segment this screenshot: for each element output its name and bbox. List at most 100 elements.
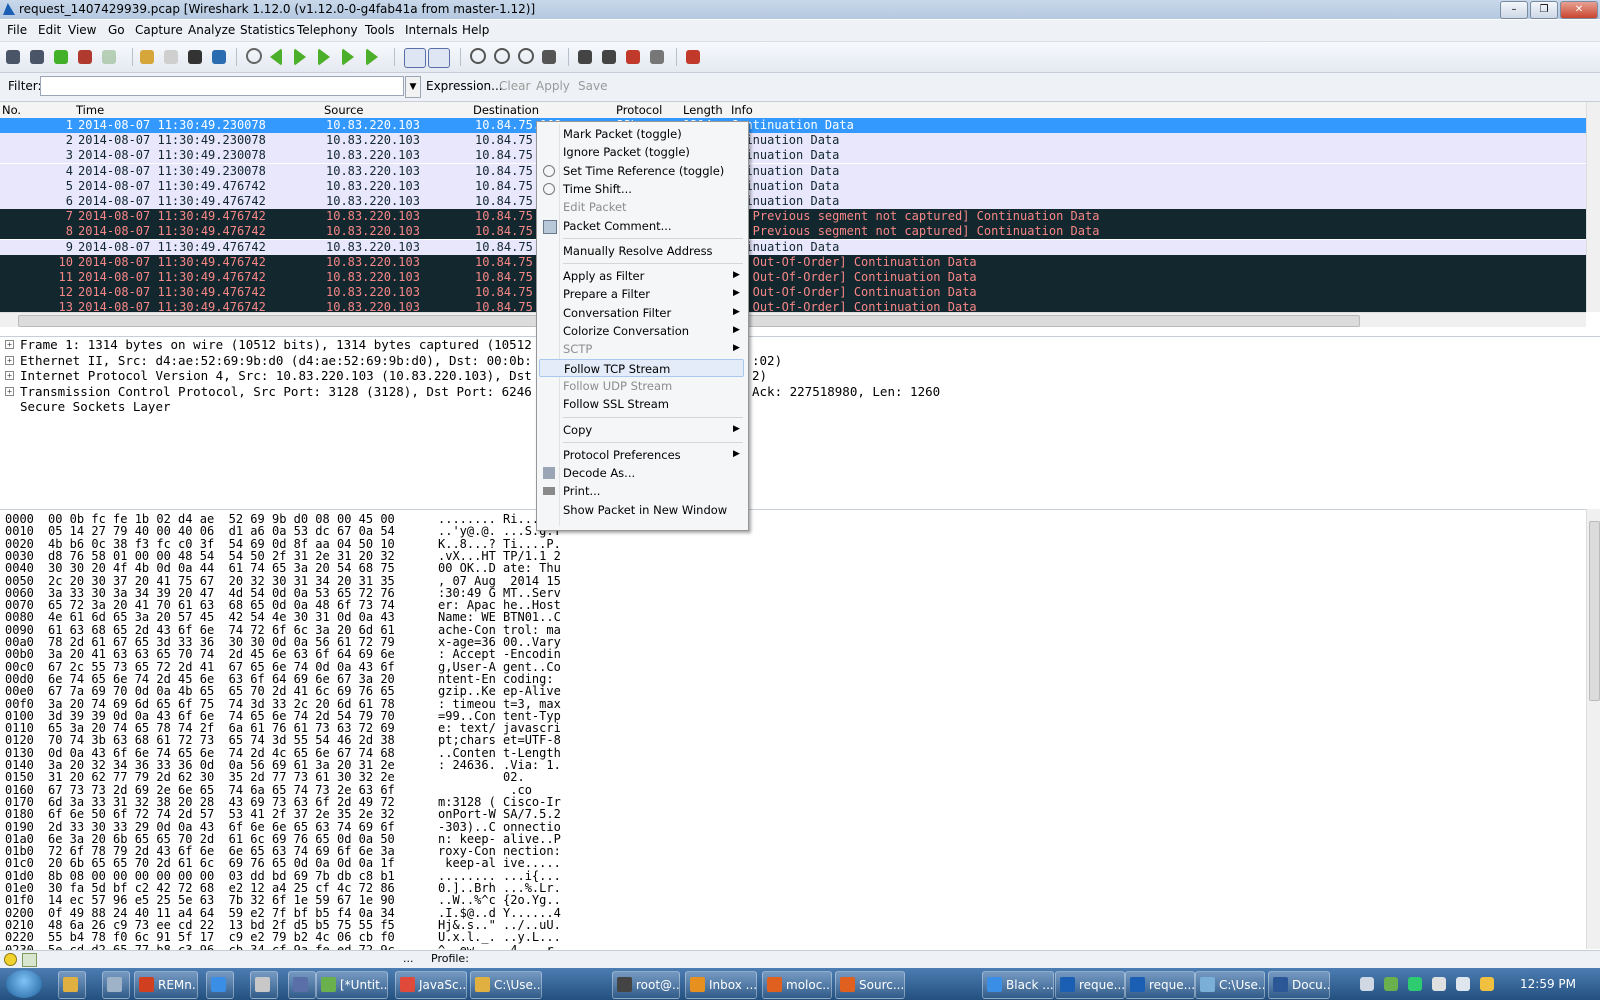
- profile-label[interactable]: Profile:: [431, 952, 469, 965]
- packet-row[interactable]: 4 2014-08-07 11:30:49.230078 10.83.220.103…: [0, 163, 1586, 179]
- save-file-icon[interactable]: [164, 50, 178, 64]
- stop-capture-icon[interactable]: [78, 50, 92, 64]
- packet-list-vertical-scrollbar[interactable]: [1586, 102, 1600, 312]
- menu-item-prepare-a-filter[interactable]: Prepare a Filter: [563, 285, 650, 303]
- filter-input[interactable]: [40, 76, 404, 96]
- restart-capture-icon[interactable]: [102, 50, 116, 64]
- taskbar-sourc[interactable]: Sourc...: [835, 971, 905, 999]
- taskbar-inbox[interactable]: Inbox ...: [685, 971, 757, 999]
- open-file-icon[interactable]: [140, 50, 154, 64]
- menu-item-set-time-reference-toggle[interactable]: Set Time Reference (toggle): [563, 162, 724, 180]
- packet-row[interactable]: 11 2014-08-07 11:30:49.476742 10.83.220.10…: [0, 270, 1586, 285]
- clock[interactable]: 12:59 PM: [1520, 977, 1576, 991]
- taskbar-app-icon[interactable]: [288, 971, 316, 999]
- menu-item-manually-resolve-address[interactable]: Manually Resolve Address: [563, 242, 713, 260]
- help-icon[interactable]: [686, 50, 700, 64]
- menu-item-mark-packet-toggle[interactable]: Mark Packet (toggle): [563, 125, 682, 143]
- menu-go[interactable]: Go: [108, 23, 125, 37]
- expand-icon[interactable]: +: [5, 371, 14, 380]
- autoscroll-icon[interactable]: [404, 48, 426, 68]
- taskbar-untit[interactable]: [*Untit...: [316, 971, 388, 999]
- taskbar-ie-icon[interactable]: [206, 971, 234, 999]
- taskbar-reque[interactable]: reque...: [1125, 971, 1195, 999]
- taskbar-black[interactable]: Black ...: [982, 971, 1054, 999]
- menu-telephony[interactable]: Telephony: [297, 23, 358, 37]
- menu-item-protocol-preferences[interactable]: Protocol Preferences: [563, 446, 681, 464]
- menu-item-print[interactable]: Print...: [563, 482, 600, 500]
- clear-button[interactable]: Clear: [499, 79, 530, 93]
- menu-item-packet-comment[interactable]: Packet Comment...: [563, 217, 672, 235]
- packet-row[interactable]: 10 2014-08-07 11:30:49.476742 10.83.220.10…: [0, 254, 1586, 270]
- packet-row[interactable]: 7 2014-08-07 11:30:49.476742 10.83.220.103…: [0, 209, 1586, 225]
- menu-item-conversation-filter[interactable]: Conversation Filter: [563, 304, 671, 322]
- colorize-icon[interactable]: [428, 48, 450, 68]
- packet-row[interactable]: 6 2014-08-07 11:30:49.476742 10.83.220.103…: [0, 194, 1586, 209]
- column-header-source[interactable]: Source: [324, 103, 364, 117]
- go-back-icon[interactable]: [270, 48, 282, 66]
- menu-item-ignore-packet-toggle[interactable]: Ignore Packet (toggle): [563, 143, 690, 161]
- menu-edit[interactable]: Edit: [38, 23, 61, 37]
- column-header-info[interactable]: Info: [731, 103, 753, 117]
- taskbar-c-use[interactable]: C:\Use...: [470, 971, 542, 999]
- taskbar-settings-icon[interactable]: [102, 971, 130, 999]
- display-filters-icon[interactable]: [602, 50, 616, 64]
- column-header-protocol[interactable]: Protocol: [616, 103, 662, 117]
- packet-row[interactable]: 12 2014-08-07 11:30:49.476742 10.83.220.10…: [0, 285, 1586, 301]
- detail-row[interactable]: + Internet Protocol Version 4, Src: 10.83…: [0, 368, 1600, 383]
- find-packet-icon[interactable]: [246, 48, 262, 64]
- zoom-out-icon[interactable]: [494, 48, 510, 64]
- flag-icon[interactable]: [1480, 977, 1494, 991]
- packet-bytes-pane[interactable]: 0000 00 0b fc fe 1b 02 d4 ae 52 69 9b d0 …: [0, 509, 1586, 950]
- go-last-icon[interactable]: [366, 48, 378, 66]
- menu-item-follow-ssl-stream[interactable]: Follow SSL Stream: [563, 395, 669, 413]
- taskbar-javasc[interactable]: JavaSc...: [395, 971, 467, 999]
- taskbar-docu[interactable]: Docu...: [1268, 971, 1330, 999]
- packet-list[interactable]: 1 2014-08-07 11:30:49.230078 10.83.220.103…: [0, 118, 1586, 316]
- expand-icon[interactable]: +: [5, 340, 14, 349]
- menu-statistics[interactable]: Statistics: [240, 23, 295, 37]
- taskbar-c-use[interactable]: C:\Use...: [1195, 971, 1265, 999]
- packet-row[interactable]: 9 2014-08-07 11:30:49.476742 10.83.220.103…: [0, 239, 1586, 255]
- filter-dropdown-button[interactable]: ▼: [405, 76, 421, 98]
- go-to-packet-icon[interactable]: [318, 48, 330, 66]
- save-button[interactable]: Save: [578, 79, 607, 93]
- scroll-thumb[interactable]: [1589, 521, 1600, 701]
- menu-item-follow-tcp-stream[interactable]: Follow TCP Stream: [539, 358, 744, 377]
- sync-icon[interactable]: [1408, 977, 1422, 991]
- preferences-icon[interactable]: [650, 50, 664, 64]
- taskbar-root[interactable]: root@...: [612, 971, 680, 999]
- shield-icon[interactable]: [1432, 977, 1446, 991]
- minimize-button[interactable]: –: [1500, 1, 1528, 19]
- packet-row[interactable]: 2 2014-08-07 11:30:49.230078 10.83.220.103…: [0, 133, 1586, 149]
- column-header-length[interactable]: Length: [683, 103, 723, 117]
- close-file-icon[interactable]: [188, 50, 202, 64]
- taskbar-remn[interactable]: REMn...: [134, 971, 198, 999]
- capture-options-icon[interactable]: [30, 50, 44, 64]
- menu-item-time-shift[interactable]: Time Shift...: [563, 180, 632, 198]
- volume-icon[interactable]: [1456, 977, 1470, 991]
- apply-button[interactable]: Apply: [536, 79, 570, 93]
- menu-item-colorize-conversation[interactable]: Colorize Conversation: [563, 322, 689, 340]
- menu-help[interactable]: Help: [462, 23, 489, 37]
- menu-file[interactable]: File: [7, 23, 27, 37]
- coloring-rules-icon[interactable]: [626, 50, 640, 64]
- packet-row[interactable]: 8 2014-08-07 11:30:49.476742 10.83.220.103…: [0, 224, 1586, 240]
- menu-item-apply-as-filter[interactable]: Apply as Filter: [563, 267, 644, 285]
- start-button[interactable]: [6, 970, 42, 998]
- packet-row[interactable]: 1 2014-08-07 11:30:49.230078 10.83.220.103…: [0, 118, 1586, 133]
- expand-icon[interactable]: +: [5, 386, 14, 396]
- packet-row[interactable]: 3 2014-08-07 11:30:49.230078 10.83.220.103…: [0, 148, 1586, 164]
- packet-row[interactable]: 5 2014-08-07 11:30:49.476742 10.83.220.103…: [0, 178, 1586, 194]
- detail-row[interactable]: + Ethernet II, Src: d4:ae:52:69:9b:d0 (d4…: [0, 353, 1600, 368]
- detail-row[interactable]: + Frame 1: 1314 bytes on wire (10512 bits…: [0, 337, 1600, 352]
- start-capture-icon[interactable]: [54, 50, 68, 64]
- resize-columns-icon[interactable]: [542, 50, 556, 64]
- menu-view[interactable]: View: [68, 23, 96, 37]
- column-header-destination[interactable]: Destination: [473, 103, 539, 117]
- capture-comments-icon[interactable]: [22, 953, 37, 967]
- packet-list-horizontal-scrollbar[interactable]: [0, 312, 1586, 327]
- go-first-icon[interactable]: [342, 48, 354, 66]
- expand-icon[interactable]: +: [5, 355, 14, 365]
- normal-size-icon[interactable]: [518, 48, 534, 64]
- taskbar-notes-icon[interactable]: [250, 971, 278, 999]
